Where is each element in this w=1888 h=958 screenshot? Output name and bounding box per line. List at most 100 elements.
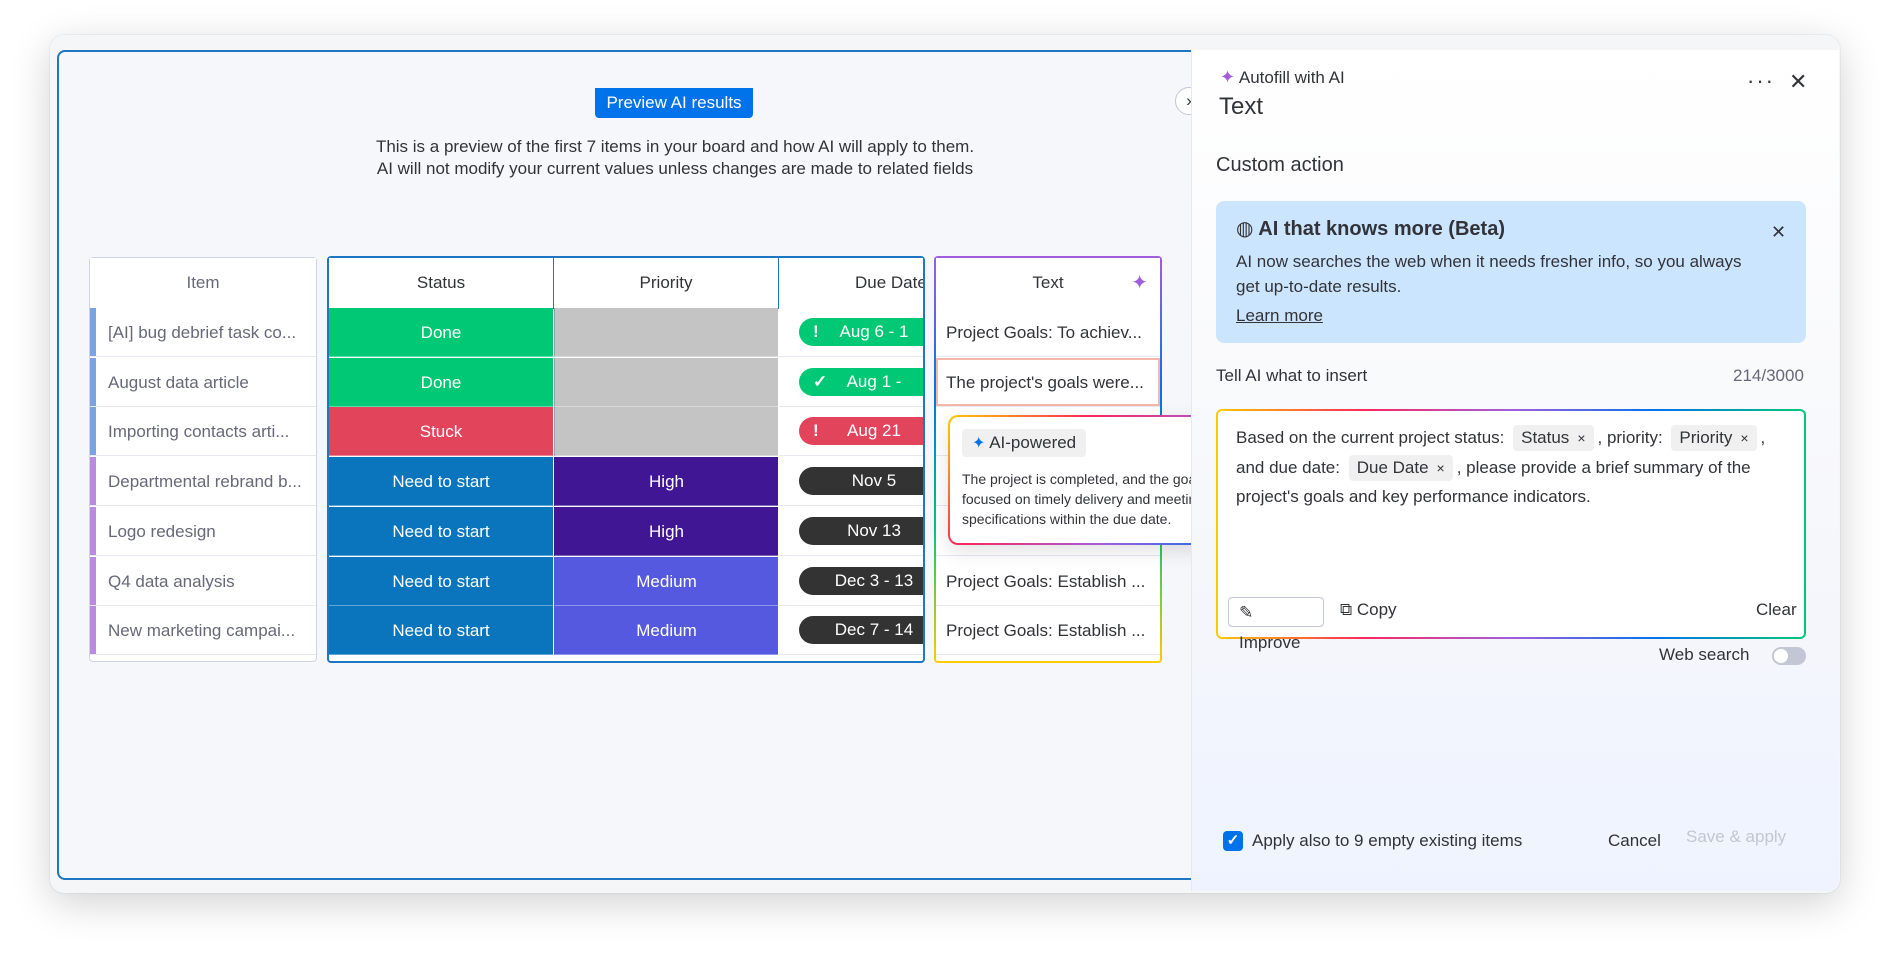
prompt-line-1: Based on the current project status: Sta… xyxy=(1236,425,1765,451)
more-options-icon[interactable]: ··· xyxy=(1747,70,1775,92)
priority-cell[interactable]: High xyxy=(554,457,778,507)
priority-header: Priority xyxy=(554,258,779,309)
text-cell[interactable]: The project's goals were... xyxy=(936,357,1160,407)
item-name: August data article xyxy=(108,372,249,392)
due-date-cell[interactable]: ! Aug 21 xyxy=(779,407,923,457)
priority-cell[interactable]: Medium xyxy=(554,556,778,606)
due-date-chip-label: Due Date xyxy=(1356,458,1429,477)
date-pill: Nov 13 xyxy=(799,516,923,545)
date-pill: ! Aug 21 xyxy=(799,417,923,446)
group-color-bar xyxy=(90,357,96,406)
close-icon[interactable]: ✕ xyxy=(1789,71,1807,93)
group-color-bar xyxy=(90,506,96,555)
group-color-bar xyxy=(90,457,96,506)
beta-banner: ◍ AI that knows more (Beta) AI now searc… xyxy=(1216,201,1806,343)
preview-badge: Preview AI results xyxy=(595,88,753,118)
remove-priority-chip-icon[interactable]: × xyxy=(1740,430,1748,446)
table-row-item[interactable]: August data article xyxy=(90,357,316,407)
status-cell[interactable]: Need to start xyxy=(329,457,553,507)
status-cell[interactable]: Stuck xyxy=(329,407,553,457)
due-date-cell[interactable]: ! Aug 6 - 1 xyxy=(779,308,923,357)
text-cell[interactable]: Project Goals: Establish ... xyxy=(936,556,1160,606)
text-cell[interactable]: Project Goals: To achiev... xyxy=(936,308,1160,357)
table-row-item[interactable]: Departmental rebrand b... xyxy=(90,457,316,507)
status-cell[interactable]: Need to start xyxy=(329,606,553,656)
due-date-cell[interactable]: ✓ Aug 1 - xyxy=(779,357,923,407)
item-name: [AI] bug debrief task co... xyxy=(108,323,297,342)
date-range: Dec 3 - 13 xyxy=(834,570,914,590)
group-color-bar xyxy=(90,407,96,456)
date-pill: Dec 7 - 14 xyxy=(799,616,923,645)
prompt-text-3: , xyxy=(1760,428,1766,447)
item-header: Item xyxy=(90,258,316,309)
beta-title-label: AI that knows more (Beta) xyxy=(1258,218,1505,240)
web-search-toggle[interactable] xyxy=(1772,647,1806,665)
prompt-text-2: , priority: xyxy=(1597,428,1663,447)
apply-empty-checkbox[interactable]: ✓ xyxy=(1223,831,1243,851)
table-row-item[interactable]: Logo redesign xyxy=(90,506,316,556)
preview-intro-line-2: AI will not modify your current values u… xyxy=(376,159,974,178)
prompt-text-5: , please provide a brief summary of the xyxy=(1456,458,1751,477)
due-date-cell[interactable]: Nov 5 xyxy=(779,457,923,507)
priority-chip[interactable]: Priority × xyxy=(1671,425,1757,451)
table-row-item[interactable]: Importing contacts arti... xyxy=(90,407,316,457)
item-name: New marketing campai... xyxy=(108,621,296,641)
prompt-text-1: Based on the current project status: xyxy=(1236,428,1505,447)
priority-cell[interactable] xyxy=(554,357,778,407)
clear-button[interactable]: Clear xyxy=(1756,600,1797,620)
status-cell[interactable]: Need to start xyxy=(329,556,553,606)
web-search-label: Web search xyxy=(1659,645,1750,664)
group-color-bar xyxy=(90,556,96,605)
priority-cell[interactable] xyxy=(554,407,778,457)
prompt-input[interactable]: Based on the current project status: Sta… xyxy=(1216,409,1806,652)
status-cell[interactable]: Done xyxy=(329,308,553,357)
status-chip-label: Status xyxy=(1521,428,1570,447)
prompt-line-3: project's goals and key performance indi… xyxy=(1236,487,1591,506)
save-apply-button[interactable]: Save & apply xyxy=(1686,827,1786,847)
learn-more-link[interactable]: Learn more xyxy=(1236,306,1323,326)
date-range: Aug 1 - xyxy=(846,371,902,391)
item-name: Q4 data analysis xyxy=(108,571,235,591)
copy-button[interactable]: ⧉ Copy xyxy=(1340,600,1397,620)
status-header: Status xyxy=(329,258,554,309)
beta-text-line-1: AI now searches the web when it needs fr… xyxy=(1236,252,1742,271)
beta-title: ◍ AI that knows more (Beta) xyxy=(1236,216,1505,241)
table-row-item[interactable]: Q4 data analysis xyxy=(90,556,316,606)
status-cell[interactable]: Need to start xyxy=(329,506,553,556)
priority-chip-label: Priority xyxy=(1679,428,1733,447)
ai-powered-label: AI-powered xyxy=(989,433,1077,452)
check-icon: ✓ xyxy=(813,371,828,391)
panel-header: ✦ Autofill with AI xyxy=(1220,67,1345,88)
ai-sparkle-icon: ✦ xyxy=(1220,67,1236,87)
date-pill: Nov 5 xyxy=(799,467,923,496)
improve-button[interactable]: ✎ Improve xyxy=(1228,597,1324,652)
group-color-bar xyxy=(90,606,96,655)
remove-due-date-chip-icon[interactable]: × xyxy=(1437,460,1445,476)
status-chip[interactable]: Status × xyxy=(1513,425,1594,451)
due-date-cell[interactable]: Dec 7 - 14 xyxy=(779,606,923,656)
status-cell[interactable]: Done xyxy=(329,357,553,407)
priority-cell[interactable] xyxy=(554,308,778,357)
due-date-cell[interactable]: Dec 3 - 13 xyxy=(779,556,923,606)
text-header-label: Text xyxy=(1032,273,1064,292)
table-row-item[interactable]: New marketing campai... xyxy=(90,606,316,656)
date-range: Nov 13 xyxy=(847,520,901,540)
prompt-text-4: and due date: xyxy=(1236,458,1340,477)
improve-label: Improve xyxy=(1239,633,1301,652)
ai-powered-badge: ✦ AI-powered xyxy=(962,429,1087,457)
due-date-header-label: Due Date xyxy=(855,273,923,292)
priority-cell[interactable]: Medium xyxy=(554,606,778,656)
due-date-chip[interactable]: Due Date × xyxy=(1348,455,1453,481)
date-range: Aug 6 - 1 xyxy=(839,322,909,341)
due-date-cell[interactable]: Nov 13 xyxy=(779,506,923,556)
cancel-button[interactable]: Cancel xyxy=(1608,831,1661,851)
remove-status-chip-icon[interactable]: × xyxy=(1577,430,1585,446)
item-name: Departmental rebrand b... xyxy=(108,472,302,492)
close-banner-icon[interactable]: ✕ xyxy=(1771,222,1786,243)
table-row-item[interactable]: [AI] bug debrief task co... xyxy=(90,308,316,357)
autofill-panel: ✦ Autofill with AI Text ··· ✕ Custom act… xyxy=(1191,50,1839,891)
toggle-knob xyxy=(1774,649,1788,663)
group-color-bar xyxy=(90,308,96,356)
priority-cell[interactable]: High xyxy=(554,506,778,556)
text-cell[interactable]: Project Goals: Establish ... xyxy=(936,606,1160,656)
